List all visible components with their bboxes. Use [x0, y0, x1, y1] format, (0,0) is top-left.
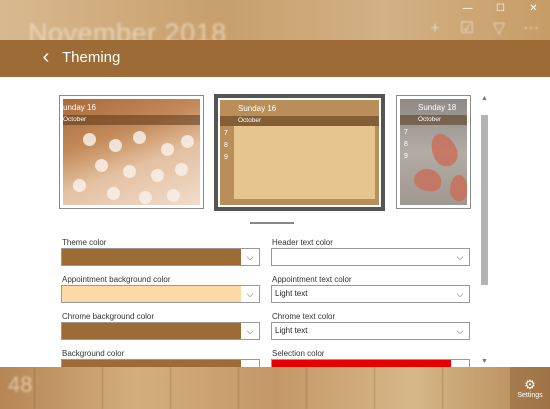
page-title: Theming [62, 49, 121, 66]
scrollbar-thumb[interactable] [481, 115, 488, 285]
theme-color-swatch [62, 249, 242, 265]
minimize-button[interactable]: — [451, 0, 484, 17]
scroll-up-icon[interactable]: ▲ [480, 95, 489, 102]
plus-icon: + [430, 20, 440, 37]
preview-day-label: unday 16 [63, 103, 96, 112]
background-color-swatch [62, 360, 242, 367]
chrome-text-color-value: Light text [275, 326, 308, 335]
chrome-background-color-picker[interactable]: ⌵ [61, 322, 260, 340]
background-calendar-grid [0, 367, 550, 409]
background-week-number: 48 [8, 372, 33, 397]
settings-label: Settings [517, 391, 543, 399]
chevron-down-icon: ⌵ [241, 286, 259, 302]
appointment-background-color-label: Appointment background color [62, 275, 171, 284]
theme-color-label: Theme color [62, 238, 107, 247]
appointment-text-color-select[interactable]: Light text ⌵ [271, 285, 470, 303]
chevron-down-icon: ⌵ [241, 249, 259, 265]
theme-preview-2-selected[interactable]: Sunday 16 October 7 8 9 [214, 94, 385, 211]
theme-preview-1[interactable]: unday 16 October [59, 95, 204, 209]
chevron-down-icon: ⌵ [451, 249, 469, 265]
chrome-text-color-label: Chrome text color [272, 312, 336, 321]
preview-background-image [63, 125, 200, 205]
preview-hour: 8 [404, 141, 408, 148]
gear-icon: ⚙ [524, 376, 536, 392]
appointment-background-color-swatch [62, 286, 242, 302]
theme-preview-3[interactable]: Sunday 18 October 7 8 9 [396, 95, 471, 209]
appointment-text-color-label: Appointment text color [272, 275, 352, 284]
back-button[interactable]: ‹ [36, 47, 56, 68]
vertical-scrollbar[interactable]: ▲ ▼ [480, 91, 489, 367]
preview-leaf-image [425, 129, 463, 171]
chrome-text-color-select[interactable]: Light text ⌵ [271, 322, 470, 340]
preview-appointment-area [234, 126, 375, 199]
theme-color-picker[interactable]: ⌵ [61, 248, 260, 266]
header-text-color-label: Header text color [272, 238, 333, 247]
preview-day-label: Sunday 18 [418, 103, 457, 112]
theming-panel: unday 16 October Sunday 16 October 7 8 9… [0, 77, 550, 367]
preview-month-label: October [400, 115, 467, 125]
header-text-color-picker[interactable]: ⌵ [271, 248, 470, 266]
preview-leaf-image [450, 175, 467, 201]
chevron-down-icon: ⌵ [451, 360, 469, 367]
selection-color-picker[interactable]: ⌵ [271, 359, 470, 367]
background-color-picker[interactable]: ⌵ [61, 359, 260, 367]
preview-leaf-image [411, 165, 445, 195]
preview-day-label: Sunday 16 [238, 104, 277, 113]
preview-hour: 7 [224, 130, 228, 137]
preview-month-label: October [63, 115, 200, 125]
scroll-down-icon[interactable]: ▼ [480, 358, 489, 365]
header-text-color-swatch [272, 249, 452, 265]
selection-color-label: Selection color [272, 349, 325, 358]
preview-scroll-indicator[interactable] [250, 222, 294, 224]
chevron-down-icon: ⌵ [241, 323, 259, 339]
checkbox-icon: ☑ [459, 20, 475, 37]
chevron-down-icon: ⌵ [456, 326, 464, 336]
background-settings-button[interactable]: ⚙ Settings [510, 367, 550, 409]
background-color-label: Background color [62, 349, 125, 358]
preview-hour: 8 [224, 142, 228, 149]
preview-month-label: October [220, 116, 379, 126]
filter-icon: ▽ [492, 20, 506, 37]
preview-hour: 7 [404, 129, 408, 136]
chevron-down-icon: ⌵ [456, 289, 464, 299]
chrome-background-color-label: Chrome background color [62, 312, 155, 321]
chrome-background-color-swatch [62, 323, 242, 339]
preview-hour: 9 [404, 153, 408, 160]
chevron-down-icon: ⌵ [241, 360, 259, 367]
appointment-background-color-picker[interactable]: ⌵ [61, 285, 260, 303]
appointment-text-color-value: Light text [275, 289, 308, 298]
window-controls: — ☐ ✕ [451, 0, 550, 17]
selection-color-swatch [272, 360, 454, 367]
close-button[interactable]: ✕ [517, 0, 550, 17]
maximize-button[interactable]: ☐ [484, 0, 517, 17]
more-icon: ⋯ [523, 20, 539, 37]
preview-hour: 9 [224, 154, 228, 161]
background-toolbar: + ☑ ▽ ⋯ [426, 20, 540, 38]
